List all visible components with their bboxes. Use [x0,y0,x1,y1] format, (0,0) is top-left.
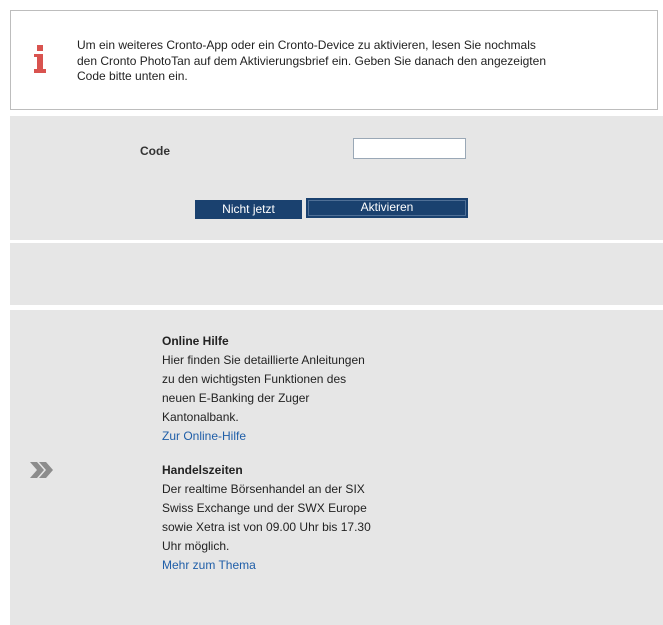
trading-hours-text: Swiss Exchange und der SWX Europe [162,501,367,515]
online-help-text: zu den wichtigsten Funktionen des [162,372,347,386]
online-help-title: Online Hilfe [162,334,229,348]
trading-hours-text: Uhr möglich. [162,539,230,553]
notice-line: den Cronto PhotoTan auf dem Aktivierungs… [77,53,546,68]
info-panel: Online Hilfe Hier finden Sie detailliert… [10,310,663,625]
trading-hours-section: Handelszeiten Der realtime Börsenhandel … [162,461,407,575]
trading-hours-text: sowie Xetra ist von 09.00 Uhr bis 17.30 [162,520,371,534]
online-help-link[interactable]: Zur Online-Hilfe [162,429,246,443]
notice-line: Code bitte unten ein. [77,69,188,83]
chevron-right-double-icon [30,462,53,478]
code-label: Code [140,144,170,158]
code-input[interactable] [353,138,466,159]
notice-text: Um ein weiteres Cronto-App oder ein Cron… [77,38,617,85]
activate-button[interactable]: Aktivieren [306,198,468,218]
online-help-text: neuen E-Banking der Zuger [162,391,310,405]
info-icon [34,45,46,73]
activation-notice: Um ein weiteres Cronto-App oder ein Cron… [10,10,658,110]
online-help-text: Kantonalbank. [162,410,239,424]
online-help-section: Online Hilfe Hier finden Sie detailliert… [162,332,407,446]
code-form-panel: Code Nicht jetzt Aktivieren [10,116,663,240]
not-now-button[interactable]: Nicht jetzt [195,200,302,219]
trading-hours-text: Der realtime Börsenhandel an der SIX [162,482,365,496]
notice-line: Um ein weiteres Cronto-App oder ein Cron… [77,38,536,52]
trading-hours-link[interactable]: Mehr zum Thema [162,558,256,572]
trading-hours-title: Handelszeiten [162,463,243,477]
empty-panel [10,243,663,305]
online-help-text: Hier finden Sie detaillierte Anleitungen [162,353,365,367]
